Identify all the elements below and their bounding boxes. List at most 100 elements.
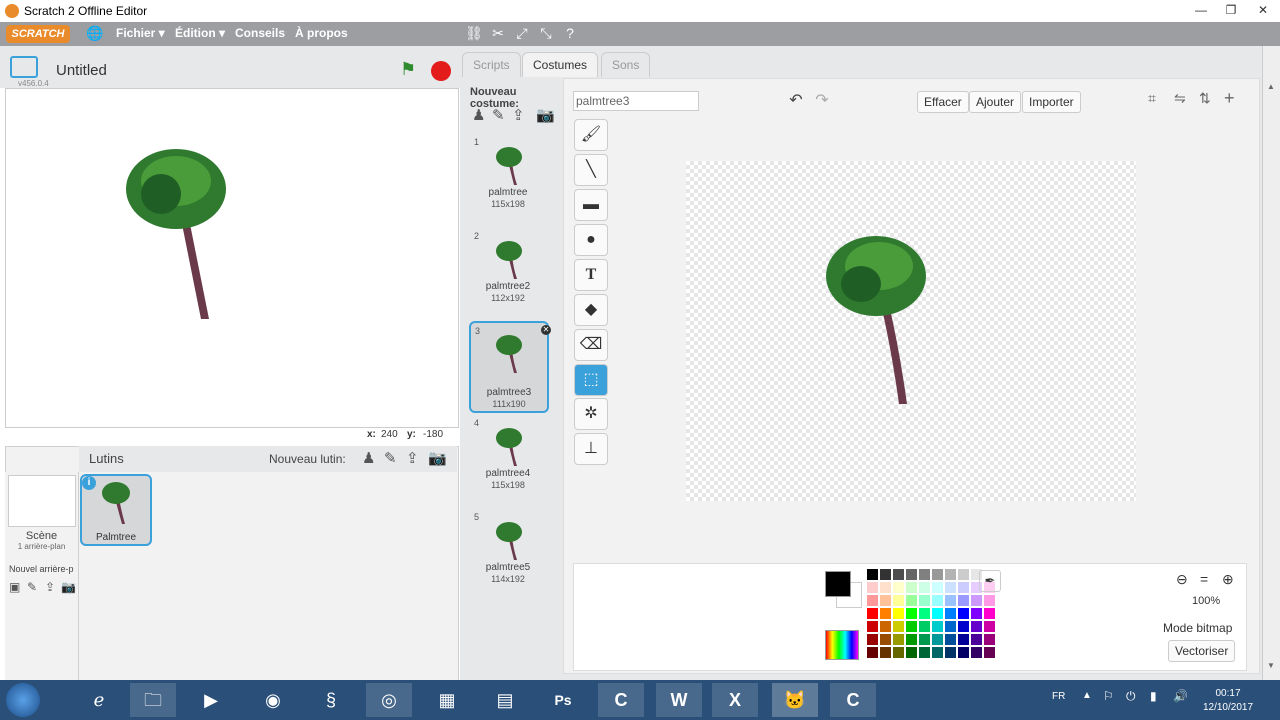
action-center-flag-icon[interactable]: ⚐ <box>1103 689 1114 703</box>
file-explorer-icon[interactable]: 🗀 <box>130 683 176 717</box>
app-swirl-icon[interactable]: § <box>308 683 354 717</box>
menu-tips[interactable]: Conseils <box>235 26 285 40</box>
menu-edit[interactable]: Édition ▾ <box>175 26 225 40</box>
palette-color-swatch[interactable] <box>906 621 917 632</box>
palette-color-swatch[interactable] <box>958 634 969 645</box>
shrink-icon[interactable]: ⤡ <box>537 25 555 42</box>
network-icon[interactable]: ▮ <box>1150 689 1157 703</box>
duplicate-stamp-icon[interactable]: ⛓ <box>465 25 483 42</box>
palette-color-swatch[interactable] <box>945 569 956 580</box>
start-button-icon[interactable] <box>6 683 40 717</box>
palette-color-swatch[interactable] <box>919 595 930 606</box>
line-tool-icon[interactable]: ╲ <box>574 154 608 186</box>
palette-color-swatch[interactable] <box>958 608 969 619</box>
palette-color-swatch[interactable] <box>893 621 904 632</box>
cut-icon[interactable]: ✂ <box>489 25 507 42</box>
palette-color-swatch[interactable] <box>932 569 943 580</box>
zoom-reset-icon[interactable]: = <box>1200 571 1208 587</box>
select-tool-icon[interactable]: ⬚ <box>574 364 608 396</box>
costume-item-selected[interactable]: 3 ✕ palmtree3 111x190 <box>469 321 551 413</box>
tab-scripts[interactable]: Scripts <box>462 52 521 77</box>
zoom-out-icon[interactable]: ⊖ <box>1176 571 1188 588</box>
palette-color-swatch[interactable] <box>880 582 891 593</box>
sticky-notes-icon[interactable]: ▤ <box>482 683 528 717</box>
eyedropper-icon[interactable]: ✒ <box>979 570 1001 592</box>
palette-color-swatch[interactable] <box>919 582 930 593</box>
stamp-tool-icon[interactable]: ⊥ <box>574 433 608 465</box>
clock-date[interactable]: 12/10/2017 <box>1198 702 1258 713</box>
media-player-icon[interactable]: ▶ <box>188 683 234 717</box>
palette-color-swatch[interactable] <box>945 621 956 632</box>
palette-color-swatch[interactable] <box>945 595 956 606</box>
palette-color-swatch[interactable] <box>945 634 956 645</box>
help-icon[interactable]: ? <box>561 25 579 41</box>
delete-costume-icon[interactable]: ✕ <box>541 325 551 335</box>
word-icon[interactable]: W <box>656 683 702 717</box>
project-title[interactable]: Untitled <box>56 62 107 79</box>
palette-color-swatch[interactable] <box>958 595 969 606</box>
palette-color-swatch[interactable] <box>958 621 969 632</box>
stage-canvas[interactable] <box>5 88 459 428</box>
palette-color-swatch[interactable] <box>867 608 878 619</box>
choose-sprite-library-icon[interactable]: ♟ <box>362 449 375 467</box>
palette-color-swatch[interactable] <box>880 595 891 606</box>
camera-costume-icon[interactable]: 📷 <box>536 106 555 124</box>
palette-color-swatch[interactable] <box>945 582 956 593</box>
sprite-tile-palmtree[interactable]: i Palmtree <box>80 474 152 546</box>
palette-color-swatch[interactable] <box>945 647 956 658</box>
tray-up-icon[interactable]: ▲ <box>1082 690 1092 701</box>
stop-icon[interactable] <box>431 61 451 81</box>
palette-color-swatch[interactable] <box>893 647 904 658</box>
palette-color-swatch[interactable] <box>971 621 982 632</box>
palette-color-swatch[interactable] <box>867 569 878 580</box>
globe-icon[interactable]: 🌐 <box>86 25 104 42</box>
select-remove-background-icon[interactable]: ✲ <box>574 398 608 430</box>
palette-color-swatch[interactable] <box>945 608 956 619</box>
costume-item[interactable]: 2 palmtree2 112x192 <box>470 231 546 319</box>
paint-new-sprite-icon[interactable]: ✎ <box>384 449 397 467</box>
palette-color-swatch[interactable] <box>893 582 904 593</box>
add-button[interactable]: Ajouter <box>969 91 1022 113</box>
clear-button[interactable]: Effacer <box>917 91 969 113</box>
vertical-scrollbar[interactable]: ▲ ▼ <box>1262 46 1280 680</box>
primary-color-swatch[interactable] <box>825 571 851 597</box>
app-icon-14[interactable]: ◉ <box>250 683 296 717</box>
input-language[interactable]: FR <box>1052 691 1065 702</box>
minimize-button[interactable]: — <box>1186 0 1216 20</box>
palette-color-swatch[interactable] <box>971 634 982 645</box>
palette-color-swatch[interactable] <box>932 608 943 619</box>
grow-icon[interactable]: ⤢ <box>513 25 531 42</box>
scratch-icon[interactable]: 🐱 <box>772 683 818 717</box>
palette-color-swatch[interactable] <box>893 634 904 645</box>
upload-sprite-icon[interactable]: ⇪ <box>406 449 419 467</box>
scene-thumbnail[interactable] <box>8 475 76 527</box>
ellipse-tool-icon[interactable]: ● <box>574 224 608 256</box>
text-tool-icon[interactable]: T <box>574 259 608 291</box>
palette-color-swatch[interactable] <box>984 647 995 658</box>
costume-item[interactable]: 4 palmtree4 115x198 <box>470 418 546 506</box>
palette-color-swatch[interactable] <box>893 569 904 580</box>
palette-color-swatch[interactable] <box>867 647 878 658</box>
set-costume-center-icon[interactable]: + <box>1224 88 1235 109</box>
palette-color-swatch[interactable] <box>971 595 982 606</box>
palette-color-swatch[interactable] <box>984 595 995 606</box>
camtasia-recorder-icon[interactable]: C <box>830 683 876 717</box>
power-icon[interactable]: ⏻ <box>1126 689 1136 704</box>
palette-color-swatch[interactable] <box>893 608 904 619</box>
costume-item[interactable]: 1 palmtree 115x198 <box>470 137 546 225</box>
convert-to-vector-button[interactable]: Vectoriser <box>1168 640 1236 662</box>
photoshop-icon[interactable]: Ps <box>540 683 586 717</box>
palmtree-sprite-on-stage[interactable] <box>121 139 231 324</box>
video-editor-icon[interactable]: ▦ <box>424 683 470 717</box>
palette-color-swatch[interactable] <box>932 634 943 645</box>
fill-tool-icon[interactable]: ◆ <box>574 294 608 326</box>
upload-backdrop-icon[interactable]: ⇪ <box>45 580 55 594</box>
palette-color-swatch[interactable] <box>906 595 917 606</box>
palette-color-swatch[interactable] <box>906 569 917 580</box>
import-button[interactable]: Importer <box>1022 91 1081 113</box>
excel-icon[interactable]: X <box>712 683 758 717</box>
menu-about[interactable]: À propos <box>295 26 348 40</box>
palette-color-swatch[interactable] <box>919 608 930 619</box>
palette-color-swatch[interactable] <box>880 608 891 619</box>
tab-sounds[interactable]: Sons <box>601 52 651 77</box>
